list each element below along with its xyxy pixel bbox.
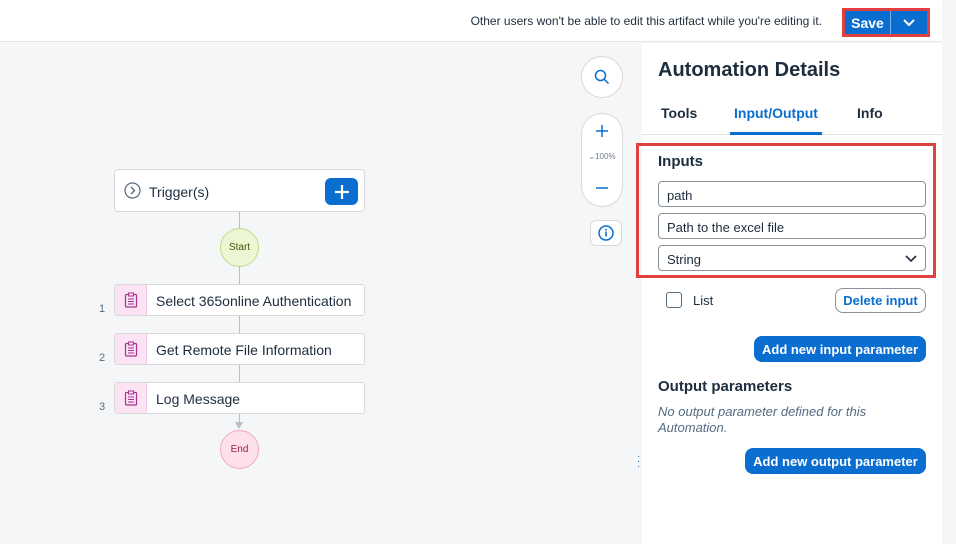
clipboard-icon	[115, 285, 147, 315]
automation-details-panel: Automation Details Tools Input/Output In…	[636, 43, 942, 544]
window-edge	[942, 0, 956, 544]
active-tab-indicator	[730, 132, 822, 135]
delete-input-button[interactable]: Delete input	[835, 288, 926, 313]
search-icon	[594, 69, 610, 85]
output-parameters-title: Output parameters	[658, 378, 793, 395]
step-card[interactable]: Select 365online Authentication	[114, 284, 365, 316]
list-label: List	[693, 293, 714, 308]
flow-arrow	[235, 422, 243, 429]
input-type-select[interactable]: String	[658, 245, 926, 271]
tab-tools[interactable]: Tools	[661, 105, 697, 121]
tab-input-output[interactable]: Input/Output	[734, 105, 818, 121]
top-bar: Other users won't be able to edit this a…	[0, 0, 942, 42]
tab-info[interactable]: Info	[857, 105, 883, 121]
save-menu-button[interactable]	[891, 11, 927, 34]
step-number: 1	[99, 303, 106, 315]
plus-icon	[596, 125, 608, 137]
zoom-in-button[interactable]	[582, 116, 622, 146]
info-icon	[598, 225, 614, 241]
plus-icon	[334, 184, 349, 199]
zoom-level-value: 100%	[595, 152, 616, 161]
step-number: 3	[99, 401, 106, 413]
step-label: Get Remote File Information	[156, 342, 332, 358]
chevron-down-icon	[903, 18, 915, 26]
panel-title: Automation Details	[658, 59, 841, 81]
canvas-search-button[interactable]	[581, 56, 623, 98]
step-card[interactable]: Log Message	[114, 382, 365, 414]
zoom-level[interactable]: ⌄100%	[582, 152, 622, 161]
add-input-parameter-button[interactable]: Add new input parameter	[754, 336, 926, 362]
info-button[interactable]	[590, 220, 622, 246]
flow-connector	[239, 267, 240, 284]
add-output-parameter-button[interactable]: Add new output parameter	[745, 448, 926, 474]
input-description-field[interactable]: Path to the excel file	[658, 213, 926, 239]
step-label: Log Message	[156, 391, 241, 407]
input-name-value: path	[667, 188, 693, 203]
clipboard-icon	[115, 334, 147, 364]
step-card[interactable]: Get Remote File Information	[114, 333, 365, 365]
end-label: End	[230, 444, 249, 455]
trigger-card[interactable]: Trigger(s)	[114, 169, 365, 212]
inputs-title: Inputs	[658, 153, 703, 170]
start-label: Start	[228, 242, 251, 253]
save-split-button: Save	[842, 8, 930, 37]
zoom-out-button[interactable]	[582, 173, 622, 203]
input-description-value: Path to the excel file	[667, 220, 785, 235]
no-output-note: No output parameter defined for this Aut…	[658, 404, 867, 435]
end-node: End	[220, 430, 259, 469]
clipboard-icon	[115, 383, 147, 413]
start-node: Start	[220, 228, 259, 267]
list-checkbox[interactable]	[666, 292, 682, 308]
step-number: 2	[99, 352, 106, 364]
input-name-field[interactable]: path	[658, 181, 926, 207]
step-label: Select 365online Authentication	[156, 293, 352, 309]
zoom-control: ⌄100%	[581, 113, 623, 207]
save-button[interactable]: Save	[845, 11, 891, 34]
input-type-value: String	[667, 252, 701, 267]
flow-connector	[239, 212, 240, 228]
minus-icon	[596, 187, 608, 189]
panel-tabs: Tools Input/Output Info	[642, 95, 942, 135]
add-trigger-button[interactable]	[325, 178, 358, 205]
trigger-label: Trigger(s)	[149, 184, 210, 200]
panel-resize-handle[interactable]: · · ·	[637, 452, 641, 472]
edit-lock-notice: Other users won't be able to edit this a…	[470, 14, 822, 28]
flow-connector	[239, 365, 240, 382]
flow-connector	[239, 316, 240, 333]
chevron-right-circle-icon[interactable]	[124, 182, 141, 199]
chevron-down-icon	[905, 255, 917, 263]
